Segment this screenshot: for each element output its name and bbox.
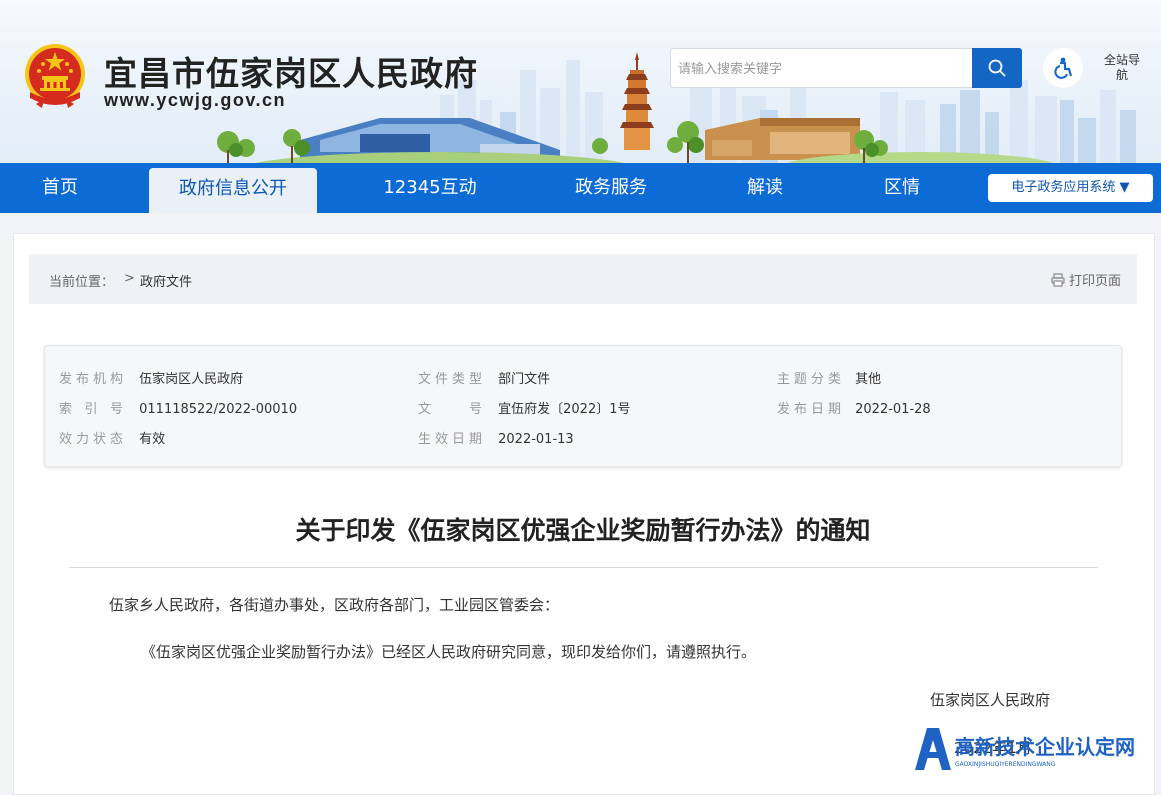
breadcrumb-gov-documents[interactable]: 政府文件 xyxy=(140,271,192,290)
print-page-button[interactable]: 打印页面 xyxy=(1051,270,1121,289)
watermark-pinyin: GAOXINJISHUQIYERENDINGWANG xyxy=(955,761,1056,768)
meta-effective-date: 生效日期 2022-01-13 xyxy=(418,428,574,447)
national-emblem-icon xyxy=(25,44,85,108)
search-button[interactable] xyxy=(972,48,1022,88)
meta-index-no: 索引号 011118522/2022-00010 xyxy=(59,398,297,417)
document-metadata-panel: 发布机构 伍家岗区人民政府 索引号 011118522/2022-00010 效… xyxy=(44,345,1122,467)
meta-value: 其他 xyxy=(855,372,882,387)
site-navigation-link[interactable]: 全站导航 xyxy=(1104,53,1140,83)
meta-value: 011118522/2022-00010 xyxy=(139,402,298,417)
nav-gov-info-disclosure[interactable]: 政府信息公开 xyxy=(149,168,317,213)
meta-label: 发布日期 xyxy=(777,402,841,417)
meta-value: 部门文件 xyxy=(498,372,551,387)
search-box xyxy=(670,48,1022,89)
breadcrumb: 当前位置： > 政府文件 打印页面 xyxy=(29,254,1137,304)
meta-doc-no: 文号 宜伍府发〔2022〕1号 xyxy=(418,398,631,417)
meta-value: 有效 xyxy=(139,432,166,447)
meta-publisher: 发布机构 伍家岗区人民政府 xyxy=(59,368,243,387)
document-salutation: 伍家乡人民政府，各街道办事处，区政府各部门，工业园区管委会： xyxy=(109,596,560,614)
accessibility-button[interactable] xyxy=(1043,48,1083,88)
title-divider xyxy=(69,567,1098,568)
nav-gov-services[interactable]: 政务服务 xyxy=(555,163,667,213)
search-icon xyxy=(988,59,1006,77)
e-gov-apps-dropdown[interactable]: 电子政务应用系统 ▼ xyxy=(988,174,1153,202)
meta-label: 索引号 xyxy=(59,402,123,417)
site-url: www.ycwjg.gov.cn xyxy=(104,90,287,110)
document-body-paragraph: 《伍家岗区优强企业奖励暂行办法》已经区人民政府研究同意，现印发给你们，请遵照执行… xyxy=(141,643,757,661)
article-container: 当前位置： > 政府文件 打印页面 发布机构 伍家岗区人民政府 索引号 0111… xyxy=(13,233,1155,795)
breadcrumb-separator: > xyxy=(124,271,135,286)
printer-icon xyxy=(1051,272,1065,287)
document-signature: 伍家岗区人民政府 xyxy=(930,691,1051,709)
meta-doc-type: 文件类型 部门文件 xyxy=(418,368,550,387)
meta-value: 2022-01-13 xyxy=(498,432,574,447)
breadcrumb-label: 当前位置： xyxy=(49,275,115,290)
watermark-logo: 高新技术企业认定网 GAOXINJISHUQIYERENDINGWANG xyxy=(915,728,1135,770)
nav-district-info[interactable]: 区情 xyxy=(862,163,942,213)
nav-interpretation[interactable]: 解读 xyxy=(725,163,805,213)
meta-label: 文件类型 xyxy=(418,372,482,387)
watermark-text: 高新技术企业认定网 xyxy=(955,735,1135,759)
meta-value: 宜伍府发〔2022〕1号 xyxy=(498,402,631,417)
meta-label: 发布机构 xyxy=(59,372,123,387)
search-input[interactable] xyxy=(671,49,980,89)
meta-topic: 主题分类 其他 xyxy=(777,368,881,387)
site-header: 宜昌市伍家岗区人民政府 www.ycwjg.gov.cn 全站导航 xyxy=(0,0,1161,163)
meta-value: 2022-01-28 xyxy=(855,402,931,417)
document-title: 关于印发《伍家岗区优强企业奖励暂行办法》的通知 xyxy=(295,516,871,545)
site-title: 宜昌市伍家岗区人民政府 xyxy=(104,54,478,93)
meta-value: 伍家岗区人民政府 xyxy=(139,372,244,387)
pagoda xyxy=(620,52,654,150)
meta-label: 生效日期 xyxy=(418,432,482,447)
meta-status: 效力状态 有效 xyxy=(59,428,165,447)
meta-publish-date: 发布日期 2022-01-28 xyxy=(777,398,931,417)
main-navigation: 首页 政府信息公开 12345互动 政务服务 解读 区情 电子政务应用系统 ▼ xyxy=(0,163,1161,213)
meta-label: 文号 xyxy=(418,402,482,417)
meta-label: 效力状态 xyxy=(59,432,123,447)
meta-label: 主题分类 xyxy=(777,372,841,387)
print-page-label: 打印页面 xyxy=(1068,274,1121,289)
accessibility-icon xyxy=(1054,57,1073,79)
nav-home[interactable]: 首页 xyxy=(20,163,100,213)
nav-12345-interaction[interactable]: 12345互动 xyxy=(370,163,490,213)
